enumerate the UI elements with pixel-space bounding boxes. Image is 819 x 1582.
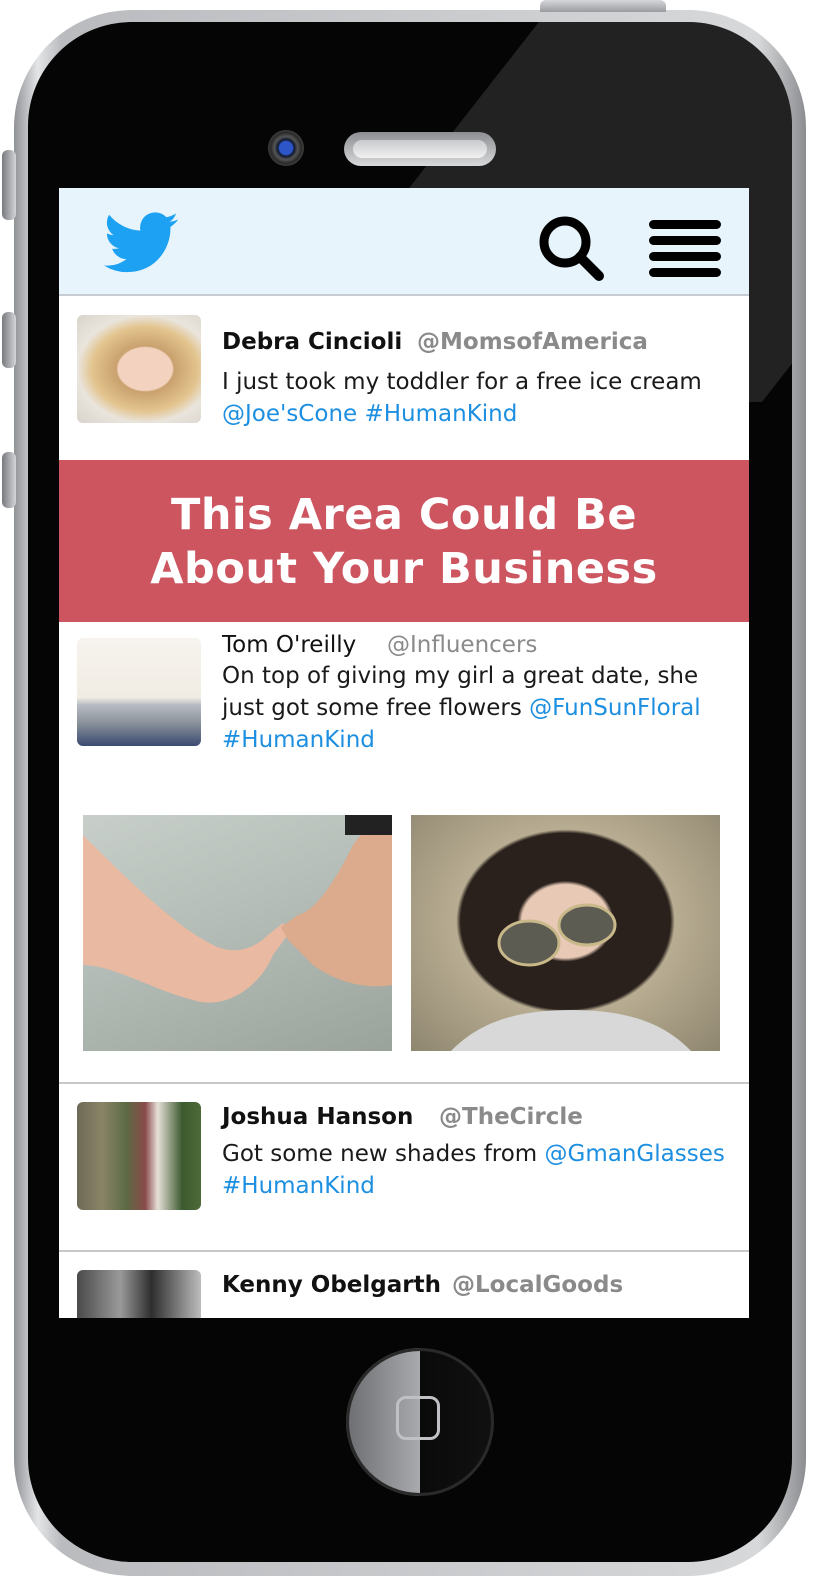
tweet-item[interactable]: Kenny Obelgarth @LocalGoods: [59, 1252, 749, 1318]
sunglasses-illustration: [451, 903, 691, 1051]
tweet-handle[interactable]: @TheCircle: [439, 1104, 583, 1130]
pinky-promise-illustration: [83, 815, 392, 1003]
app-header: [59, 188, 749, 296]
search-icon[interactable]: [535, 212, 607, 284]
tweet-mention-link[interactable]: @Joe'sCone #HumanKind: [222, 401, 517, 427]
volume-down-button: [2, 452, 16, 508]
tweet-text-content: Got some new shades from: [222, 1141, 545, 1167]
avatar[interactable]: [77, 638, 201, 746]
tweet-item[interactable]: Debra Cincioli @MomsofAmerica I just too…: [59, 296, 749, 460]
power-button: [540, 0, 666, 12]
avatar[interactable]: [77, 315, 201, 423]
app-screen: Debra Cincioli @MomsofAmerica I just too…: [59, 188, 749, 1318]
tweet-handle[interactable]: @MomsofAmerica: [417, 329, 648, 355]
tweet-handle[interactable]: @LocalGoods: [452, 1272, 623, 1298]
tweet-item[interactable]: Joshua Hanson @TheCircle Got some new sh…: [59, 1084, 749, 1250]
tweet-text: Got some new shades from @GmanGlasses #H…: [222, 1138, 732, 1202]
ad-line-1: This Area Could Be: [170, 490, 638, 540]
tweet-handle[interactable]: @Influencers: [387, 632, 537, 658]
earpiece-speaker: [344, 132, 496, 166]
tweet-author-name[interactable]: Joshua Hanson: [222, 1104, 413, 1130]
twitter-bird-icon[interactable]: [103, 212, 179, 274]
tweet-hashtag-link[interactable]: #HumanKind: [222, 727, 375, 753]
tweet-author-name[interactable]: Debra Cincioli: [222, 329, 402, 355]
home-square-icon: [396, 1396, 440, 1440]
volume-up-button: [2, 312, 16, 368]
mute-switch: [2, 150, 16, 220]
ad-banner[interactable]: This Area Could Be About Your Business: [59, 460, 749, 622]
hamburger-menu-icon[interactable]: [649, 220, 721, 278]
avatar[interactable]: [77, 1102, 201, 1210]
home-button[interactable]: [346, 1348, 494, 1496]
avatar[interactable]: [77, 1270, 201, 1318]
tweet-text-content: I just took my toddler for a free ice cr…: [222, 369, 702, 395]
tweet-mention-link[interactable]: @FunSunFloral: [529, 695, 701, 721]
tweet-author-name[interactable]: Kenny Obelgarth: [222, 1272, 441, 1298]
tweet-photo-hands[interactable]: [83, 815, 392, 1051]
tweet-text: On top of giving my girl a great date, s…: [222, 660, 732, 756]
tweet-author-name[interactable]: Tom O'reilly: [222, 632, 356, 658]
ad-line-2: About Your Business: [150, 544, 658, 594]
tweet-photo-woman-sunglasses[interactable]: [411, 815, 720, 1051]
front-camera: [268, 130, 304, 166]
tweet-text: I just took my toddler for a free ice cr…: [222, 366, 732, 430]
